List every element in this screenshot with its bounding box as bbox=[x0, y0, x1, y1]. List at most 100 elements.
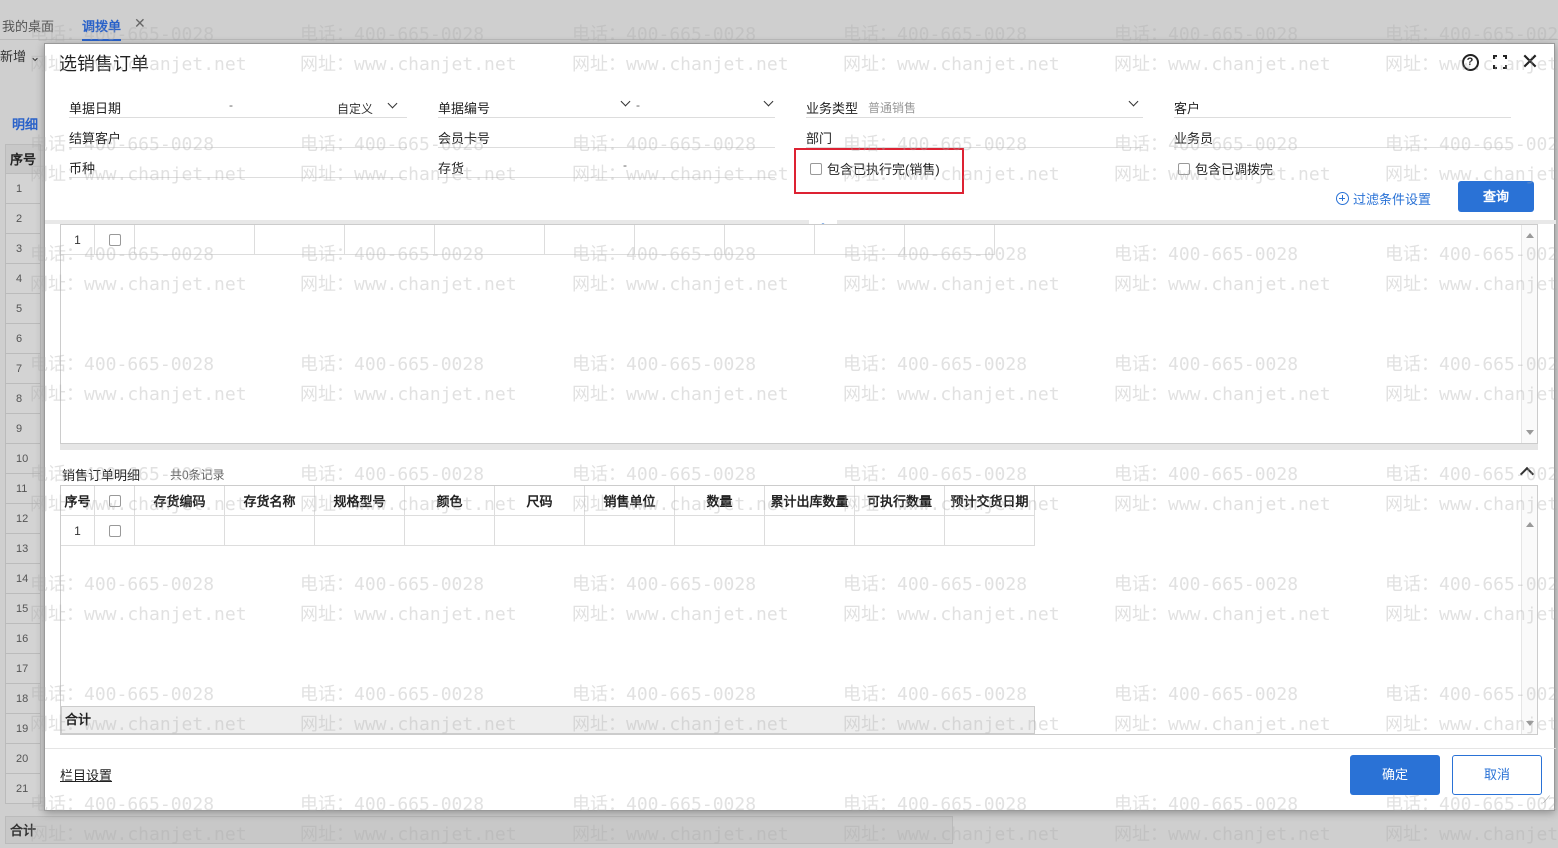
checkbox[interactable] bbox=[108, 494, 121, 507]
vertical-scrollbar[interactable] bbox=[1521, 225, 1537, 443]
bg-row-number: 16 bbox=[5, 624, 41, 654]
select-all-checkbox-cell[interactable] bbox=[95, 486, 135, 516]
bg-row-header: 序号 bbox=[5, 144, 41, 174]
doc-date-mode[interactable]: 自定义 bbox=[337, 100, 373, 117]
checkbox[interactable] bbox=[108, 524, 121, 537]
settle-customer-field[interactable]: 结算客户 bbox=[69, 122, 407, 148]
bg-row-number: 4 bbox=[5, 264, 41, 294]
column-header: 累计出库数量 bbox=[765, 486, 855, 516]
member-card-label: 会员卡号 bbox=[438, 131, 491, 146]
grid-cell[interactable] bbox=[585, 516, 675, 546]
tab-my-desktop[interactable]: 我的桌面 bbox=[2, 16, 54, 35]
grid-cell[interactable] bbox=[945, 516, 1035, 546]
bg-row-number: 19 bbox=[5, 714, 41, 744]
inventory-field[interactable]: 存货 - bbox=[438, 152, 775, 178]
vertical-scrollbar[interactable] bbox=[1521, 486, 1537, 734]
doc-date-field[interactable]: 单据日期 - 自定义 bbox=[69, 92, 407, 118]
row-checkbox-cell[interactable] bbox=[95, 225, 135, 255]
checkbox[interactable] bbox=[108, 233, 121, 246]
currency-field[interactable]: 币种 bbox=[69, 152, 407, 178]
bg-row-number: 7 bbox=[5, 354, 41, 384]
grid-cell[interactable] bbox=[135, 516, 225, 546]
grid-cell[interactable] bbox=[635, 225, 725, 255]
bg-row-number: 20 bbox=[5, 744, 41, 774]
checkbox[interactable] bbox=[1178, 162, 1190, 175]
bg-row-number: 21 bbox=[5, 774, 41, 804]
bg-row-number: 13 bbox=[5, 534, 41, 564]
query-button[interactable]: 查询 bbox=[1458, 181, 1534, 212]
chevron-down-icon[interactable] bbox=[1128, 96, 1140, 108]
bg-row-number: 12 bbox=[5, 504, 41, 534]
bg-row-number: 11 bbox=[5, 474, 41, 504]
new-dropdown[interactable]: 新增 ⌄ bbox=[0, 46, 41, 65]
grid-cell[interactable] bbox=[315, 516, 405, 546]
dialog-controls: ? ✕ bbox=[1460, 49, 1540, 74]
bg-detail-tab[interactable]: 明细 bbox=[12, 114, 38, 133]
customer-field[interactable]: 客户 bbox=[1174, 92, 1511, 118]
close-tab-icon[interactable]: ✕ bbox=[134, 15, 146, 32]
member-card-field[interactable]: 会员卡号 bbox=[438, 122, 775, 148]
grid-cell[interactable] bbox=[405, 516, 495, 546]
grid-cell[interactable] bbox=[725, 225, 815, 255]
chevron-up-icon[interactable] bbox=[1520, 464, 1534, 478]
grid-cell[interactable] bbox=[905, 225, 995, 255]
settle-customer-label: 结算客户 bbox=[69, 131, 122, 146]
grid-cell[interactable] bbox=[855, 516, 945, 546]
doc-no-field[interactable]: 单据编号 - bbox=[438, 92, 775, 118]
biz-type-value: 普通销售 bbox=[868, 101, 917, 115]
help-icon[interactable]: ? bbox=[1460, 52, 1480, 72]
biz-type-field[interactable]: 业务类型 普通销售 bbox=[806, 92, 1143, 118]
bg-row-number: 18 bbox=[5, 684, 41, 714]
grid-cell[interactable] bbox=[255, 225, 345, 255]
grid-cell[interactable] bbox=[345, 225, 435, 255]
dept-label: 部门 bbox=[806, 131, 833, 146]
scroll-up-icon[interactable] bbox=[1526, 233, 1534, 238]
table-row[interactable]: 1 bbox=[61, 516, 1035, 546]
filter-settings-link[interactable]: 过滤条件设置 bbox=[1336, 189, 1431, 208]
scroll-down-icon[interactable] bbox=[1526, 430, 1534, 435]
resize-handle-icon[interactable]: ⟋ bbox=[1543, 795, 1550, 806]
grid-cell[interactable] bbox=[545, 225, 635, 255]
filter-settings-label: 过滤条件设置 bbox=[1353, 192, 1432, 207]
grid-cell[interactable] bbox=[675, 516, 765, 546]
dept-field[interactable]: 部门 bbox=[806, 122, 1143, 148]
horizontal-scrollbar[interactable] bbox=[60, 444, 1538, 450]
maximize-icon[interactable] bbox=[1490, 52, 1510, 72]
column-header: 规格型号 bbox=[315, 486, 405, 516]
column-settings-link[interactable]: 栏目设置 bbox=[60, 765, 112, 784]
grid-cell[interactable] bbox=[815, 225, 905, 255]
grid-cell[interactable] bbox=[225, 516, 315, 546]
column-header: 尺码 bbox=[495, 486, 585, 516]
confirm-button[interactable]: 确定 bbox=[1350, 755, 1440, 795]
chevron-down-icon[interactable] bbox=[763, 96, 775, 108]
bg-row-number-column: 序号 1 2 3 4 5 6 7 8 9 10 11 12 13 14 15 16 17 18 19 20 21 bbox=[5, 144, 41, 804]
close-icon[interactable]: ✕ bbox=[1520, 49, 1540, 74]
cancel-button[interactable]: 取消 bbox=[1452, 755, 1542, 795]
grid-cell[interactable] bbox=[495, 516, 585, 546]
grid-cell[interactable] bbox=[135, 225, 255, 255]
row-number: 1 bbox=[61, 225, 95, 255]
column-header: 颜色 bbox=[405, 486, 495, 516]
detail-section-title: 销售订单明细 bbox=[62, 468, 141, 483]
scroll-up-icon[interactable] bbox=[1526, 522, 1534, 527]
scroll-down-icon[interactable] bbox=[1526, 721, 1534, 726]
salesman-label: 业务员 bbox=[1174, 131, 1214, 146]
tab-transfer-order[interactable]: 调拨单 bbox=[82, 16, 122, 41]
include-transferred-checkbox[interactable]: 包含已调拨完 bbox=[1178, 159, 1273, 178]
chevron-down-icon[interactable] bbox=[387, 98, 399, 110]
column-header: 存货编码 bbox=[135, 486, 225, 516]
doc-no-sep: - bbox=[636, 98, 640, 112]
chevron-down-icon[interactable] bbox=[620, 96, 632, 108]
column-header: 存货名称 bbox=[225, 486, 315, 516]
row-checkbox-cell[interactable] bbox=[95, 516, 135, 546]
grid-cell[interactable] bbox=[435, 225, 545, 255]
select-sales-order-dialog: 选销售订单 ? ✕ 单据日期 - 自定义 单据编号 - 业务类型 普通销售 客户… bbox=[44, 43, 1556, 811]
doc-date-sep: - bbox=[229, 98, 233, 112]
bg-row-number: 10 bbox=[5, 444, 41, 474]
bg-row-number: 3 bbox=[5, 234, 41, 264]
grid-cell[interactable] bbox=[765, 516, 855, 546]
table-row[interactable]: 1 bbox=[61, 225, 995, 255]
biz-type-label: 业务类型 bbox=[806, 101, 859, 116]
salesman-field[interactable]: 业务员 bbox=[1174, 122, 1511, 148]
detail-grid: 序号 存货编码 存货名称 规格型号 颜色 尺码 销售单位 数量 累计出库数量 可执行数量 预计交货日… bbox=[60, 485, 1538, 735]
